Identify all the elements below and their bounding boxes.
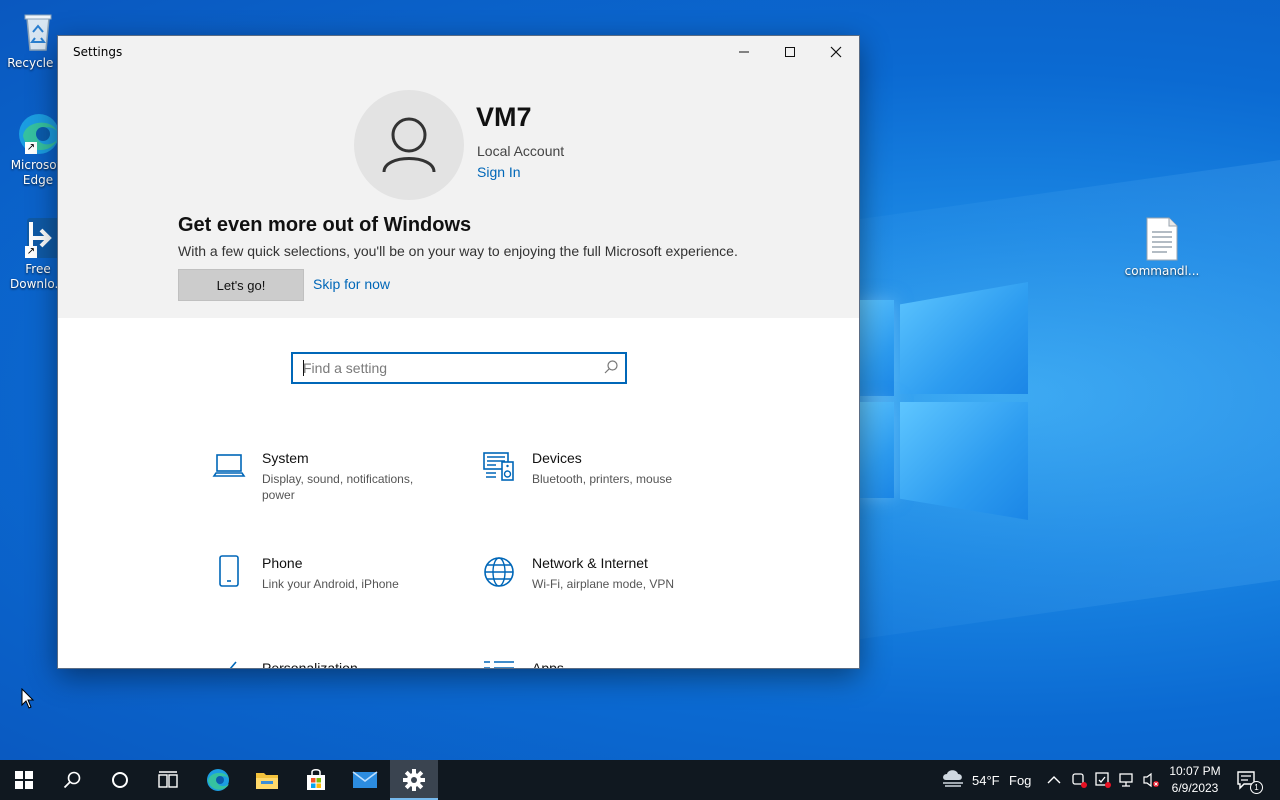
security-icon: [1095, 772, 1111, 788]
category-description: Wi-Fi, airplane mode, VPN: [532, 577, 675, 591]
settings-window: Settings VM7 Local Account Sign In Get e…: [58, 36, 859, 668]
recycle-bin-icon: [15, 8, 61, 54]
category-name: Network & Internet: [532, 555, 648, 571]
clock-time: 10:07 PM: [1169, 764, 1221, 778]
mail-button[interactable]: [341, 760, 389, 800]
category-name: Phone: [262, 555, 303, 571]
settings-gear-icon: [403, 769, 425, 791]
category-description: Bluetooth, printers, mouse: [532, 472, 673, 486]
search-box[interactable]: [291, 352, 627, 384]
edge-icon: [207, 769, 229, 791]
category-personalization[interactable]: Personalization: [212, 660, 452, 668]
start-icon: [15, 771, 33, 789]
text-caret: [303, 360, 304, 376]
store-icon: [307, 769, 325, 790]
task-view-icon: [158, 771, 178, 788]
category-name: Personalization: [262, 660, 358, 668]
close-icon: [830, 46, 842, 58]
account-type: Local Account: [477, 143, 565, 159]
laptop-icon: [212, 454, 246, 477]
category-system[interactable]: System Display, sound, notifications, po…: [212, 450, 452, 520]
category-name: System: [262, 450, 309, 466]
desktop-icon-commandline-file[interactable]: commandl...: [1124, 216, 1200, 279]
search-icon: [63, 771, 81, 789]
sign-in-link[interactable]: Sign In: [477, 164, 521, 180]
notification-count-badge: 1: [1250, 781, 1263, 794]
close-button[interactable]: [813, 36, 859, 68]
chevron-up-icon: [1047, 776, 1061, 784]
devices-icon: [483, 452, 514, 481]
weather-condition[interactable]: Fog: [1009, 773, 1031, 788]
category-devices[interactable]: Devices Bluetooth, printers, mouse: [482, 450, 722, 520]
cortana-button[interactable]: [96, 760, 144, 800]
mail-icon: [352, 771, 378, 788]
taskbar: 54°F Fog 10:07 PM 6/9/2023 1: [0, 760, 1280, 800]
promo-title: Get even more out of Windows: [178, 214, 472, 236]
tray-security-icon-button[interactable]: [1094, 771, 1112, 793]
promo-text: With a few quick selections, you'll be o…: [178, 243, 738, 259]
account-name: VM7: [476, 102, 532, 132]
taskbar-edge-button[interactable]: [194, 760, 242, 800]
meet-now-icon: [1072, 773, 1087, 788]
globe-icon: [484, 557, 514, 587]
weather-widget[interactable]: [940, 768, 966, 794]
store-button[interactable]: [292, 760, 340, 800]
mouse-cursor-icon: [21, 687, 35, 714]
weather-temp[interactable]: 54°F: [972, 773, 1000, 788]
minimize-icon: [739, 51, 749, 53]
clock[interactable]: 10:07 PM 6/9/2023: [1160, 763, 1230, 797]
category-description: Display, sound, notifications, power: [262, 472, 414, 502]
speaker-muted-icon: [1143, 772, 1159, 788]
category-network-internet[interactable]: Network & Internet Wi-Fi, airplane mode,…: [482, 555, 722, 625]
skip-for-now-link[interactable]: Skip for now: [313, 276, 390, 292]
maximize-icon: [785, 47, 795, 57]
window-title: Settings: [73, 45, 123, 59]
fog-cloud-icon: [943, 770, 963, 787]
brush-icon: [229, 661, 237, 668]
user-icon: [382, 117, 436, 173]
search-icon[interactable]: [603, 359, 619, 375]
settings-taskbar-button[interactable]: [390, 760, 438, 800]
title-bar[interactable]: Settings: [58, 36, 859, 68]
avatar[interactable]: [354, 90, 464, 200]
category-name: Apps: [532, 660, 564, 668]
task-view-button[interactable]: [144, 760, 192, 800]
action-center-button[interactable]: 1: [1236, 770, 1263, 796]
text-file-icon: [1139, 216, 1185, 262]
start-button[interactable]: [0, 760, 48, 800]
search-input[interactable]: [293, 354, 603, 382]
windows-logo-wallpaper: [858, 282, 1028, 522]
show-hidden-icons-button[interactable]: [1046, 772, 1062, 792]
network-icon: [1119, 773, 1133, 787]
volume-button[interactable]: [1142, 771, 1160, 793]
file-explorer-button[interactable]: [243, 760, 291, 800]
shortcut-arrow-icon: ↗: [25, 142, 37, 154]
network-button[interactable]: [1118, 771, 1136, 793]
category-description: Link your Android, iPhone: [262, 577, 399, 591]
category-name: Devices: [532, 450, 582, 466]
maximize-button[interactable]: [767, 36, 813, 68]
category-phone[interactable]: Phone Link your Android, iPhone: [212, 555, 452, 625]
edge-icon: ↗: [15, 110, 61, 156]
taskbar-search-button[interactable]: [48, 760, 96, 800]
phone-icon: [219, 555, 239, 587]
minimize-button[interactable]: [721, 36, 767, 68]
file-explorer-icon: [256, 773, 278, 789]
category-apps[interactable]: Apps: [482, 660, 722, 668]
tray-app-icon[interactable]: [1070, 771, 1088, 793]
apps-list-icon: [484, 661, 514, 668]
cortana-icon: [112, 772, 128, 788]
clock-date: 6/9/2023: [1171, 781, 1219, 795]
shortcut-arrow-icon: ↗: [25, 246, 37, 258]
free-download-manager-icon: ↗: [15, 214, 61, 260]
lets-go-button[interactable]: Let's go!: [178, 269, 304, 301]
